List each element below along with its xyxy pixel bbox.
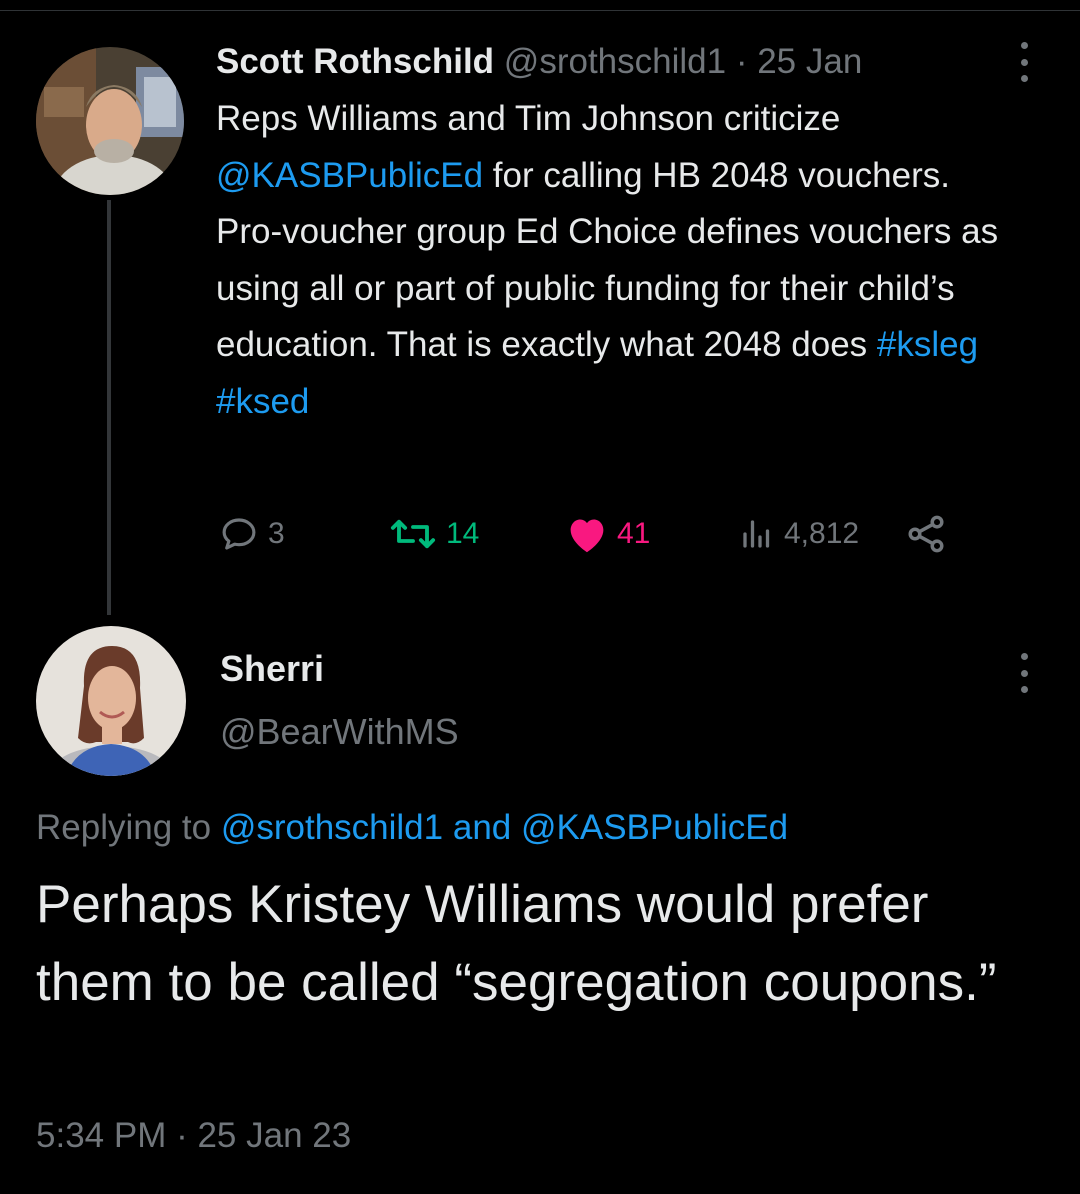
replying-and: and — [443, 808, 521, 847]
reply-button[interactable]: 3 — [218, 510, 285, 558]
more-icon[interactable] — [1018, 42, 1030, 82]
retweet-button[interactable]: 14 — [388, 510, 479, 558]
like-count: 41 — [617, 517, 651, 550]
author-name[interactable]: Scott Rothschild — [216, 42, 494, 81]
reply-count: 3 — [268, 517, 285, 550]
reply-text: Perhaps Kristey Williams would prefer th… — [36, 875, 997, 1012]
replying-to: Replying to @srothschild1 and @KASBPubli… — [36, 808, 788, 848]
reply-author-handle[interactable]: @BearWithMS — [220, 711, 459, 753]
header-separator: · — [726, 42, 758, 81]
hashtag-ksed[interactable]: #ksed — [216, 382, 309, 421]
timestamp-separator: · — [166, 1116, 198, 1155]
reply-author-name[interactable]: Sherri — [220, 648, 324, 690]
replying-mention-srothschild1[interactable]: @srothschild1 — [221, 808, 443, 847]
views-icon — [743, 520, 770, 548]
avatar-scott[interactable] — [36, 47, 184, 195]
tweet-text-part-1: Reps Williams and Tim Johnson criticize — [216, 99, 841, 138]
reply-more-icon[interactable] — [1018, 653, 1030, 693]
mention-link[interactable]: @KASBPublicEd — [216, 156, 483, 195]
replying-mention-kasb[interactable]: @KASBPublicEd — [521, 808, 788, 847]
like-button[interactable]: 41 — [565, 510, 650, 558]
top-divider — [0, 10, 1080, 11]
replying-prefix: Replying to — [36, 808, 221, 847]
like-icon — [570, 519, 604, 553]
share-icon — [908, 515, 944, 553]
thread-line — [107, 200, 111, 615]
tweet-text: Reps Williams and Tim Johnson criticize … — [216, 91, 1016, 430]
avatar-sherri[interactable] — [36, 626, 186, 776]
views-count: 4,812 — [784, 517, 860, 550]
retweet-icon — [390, 519, 436, 549]
retweet-count: 14 — [446, 517, 480, 550]
tweet-date[interactable]: 25 Jan — [757, 42, 862, 81]
reply-date: 25 Jan 23 — [197, 1116, 352, 1155]
reply-timestamp[interactable]: 5:34 PM · 25 Jan 23 — [36, 1116, 351, 1156]
author-handle[interactable]: @srothschild1 — [504, 42, 726, 81]
tweet-header: Scott Rothschild @srothschild1 · 25 Jan — [216, 40, 862, 84]
views-button[interactable]: 4,812 — [738, 510, 859, 558]
reply-icon — [222, 518, 256, 550]
share-button[interactable] — [904, 510, 948, 558]
reply-time: 5:34 PM — [36, 1116, 167, 1155]
hashtag-ksleg[interactable]: #ksleg — [877, 325, 978, 364]
